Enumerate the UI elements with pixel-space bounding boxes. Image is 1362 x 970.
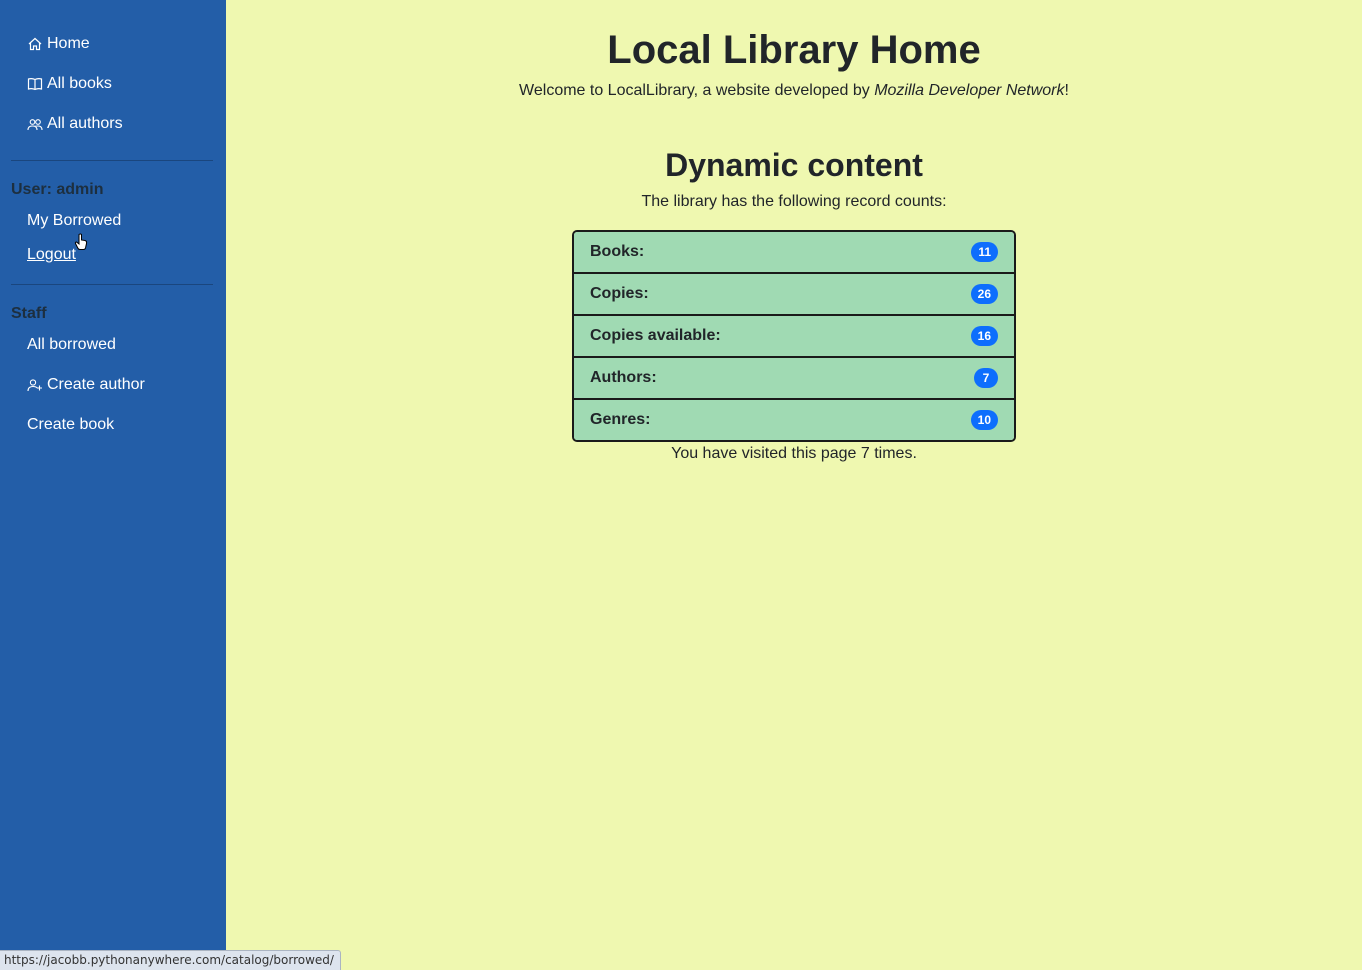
- list-item: Books: 11: [574, 232, 1014, 274]
- person-add-icon: [27, 379, 42, 392]
- nav-all-authors-link[interactable]: All authors: [27, 115, 123, 133]
- user-label: User: admin: [11, 181, 104, 198]
- visit-count-text: You have visited this page 7 times.: [671, 445, 917, 462]
- nav-home-link[interactable]: Home: [27, 35, 90, 53]
- count-label: Copies available:: [590, 327, 721, 344]
- nav-logout-label: Logout: [27, 246, 76, 263]
- count-badge: 16: [970, 326, 998, 346]
- home-icon: [28, 37, 42, 51]
- nav-create-author-label: Create author: [47, 376, 145, 393]
- nav-all-books-link[interactable]: All books: [27, 75, 112, 93]
- nav-create-book-label: Create book: [27, 416, 115, 433]
- nav-my-borrowed-label: My Borrowed: [27, 212, 122, 229]
- count-badge: 10: [970, 410, 998, 430]
- record-counts-list: Books: 11 Copies: 26 Copies available: 1…: [572, 230, 1016, 442]
- nav-my-borrowed-link[interactable]: My Borrowed: [27, 212, 121, 230]
- browser-status-bar: https://jacobb.pythonanywhere.com/catalo…: [0, 950, 341, 970]
- list-item: Authors: 7: [574, 358, 1014, 400]
- nav-create-author-link[interactable]: Create author: [27, 376, 145, 394]
- people-icon: [27, 119, 43, 131]
- main-content: Local Library Home Welcome to LocalLibra…: [226, 0, 1362, 970]
- count-badge: 7: [974, 368, 998, 388]
- count-label: Genres:: [590, 411, 651, 428]
- count-label: Authors:: [590, 369, 657, 386]
- nav-all-books-label: All books: [47, 75, 112, 92]
- list-item: Copies: 26: [574, 274, 1014, 316]
- welcome-prefix: Welcome to LocalLibrary, a website devel…: [519, 82, 875, 99]
- welcome-emphasis: Mozilla Developer Network: [874, 82, 1065, 99]
- counts-intro: The library has the following record cou…: [641, 193, 947, 210]
- count-badge: 26: [970, 284, 998, 304]
- welcome-suffix: !: [1064, 82, 1069, 99]
- count-label: Books:: [590, 243, 645, 260]
- sidebar: Home All books All authors User: admin M…: [0, 0, 226, 970]
- nav-all-borrowed-label: All borrowed: [27, 336, 116, 353]
- list-item: Copies available: 16: [574, 316, 1014, 358]
- nav-logout-link[interactable]: Logout: [27, 246, 76, 264]
- count-label: Copies:: [590, 285, 649, 302]
- page-title: Local Library Home: [607, 28, 981, 72]
- sidebar-divider: [11, 284, 213, 285]
- sidebar-divider: [11, 160, 213, 161]
- nav-create-book-link[interactable]: Create book: [27, 416, 114, 434]
- nav-all-authors-label: All authors: [47, 115, 123, 132]
- list-item: Genres: 10: [574, 400, 1014, 440]
- hand-cursor-icon: [74, 233, 88, 250]
- count-badge: 11: [971, 242, 998, 262]
- nav-home-label: Home: [47, 35, 90, 52]
- nav-all-borrowed-link[interactable]: All borrowed: [27, 336, 116, 354]
- welcome-text: Welcome to LocalLibrary, a website devel…: [226, 82, 1362, 100]
- staff-label: Staff: [11, 305, 47, 322]
- dynamic-content-heading: Dynamic content: [665, 147, 923, 183]
- book-icon: [27, 78, 43, 91]
